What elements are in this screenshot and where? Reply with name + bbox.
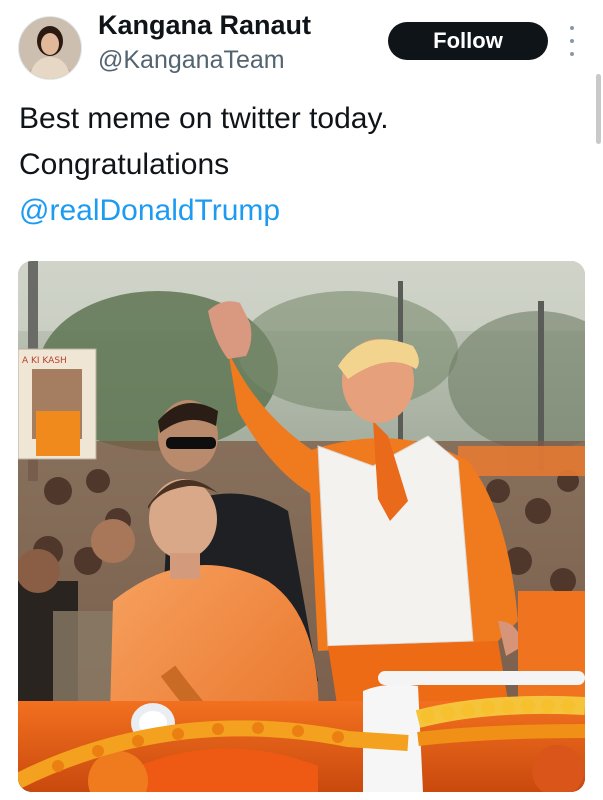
crowd-banner: A KI KASH	[18, 348, 97, 460]
more-options-icon[interactable]	[566, 26, 578, 56]
mention-link[interactable]: @realDonaldTrump	[19, 188, 389, 234]
dot-icon	[570, 39, 574, 43]
banner-text: A KI KASH	[22, 356, 67, 366]
profile-avatar[interactable]	[18, 16, 82, 80]
photo-illustration: A KI KASH	[18, 261, 585, 792]
scrollbar[interactable]	[596, 74, 601, 144]
tweet-card: Kangana Ranaut @KanganaTeam Follow Best …	[0, 0, 603, 800]
tweet-text: Best meme on twitter today. Congratulati…	[19, 96, 389, 234]
avatar-image	[19, 17, 81, 79]
author-display-name[interactable]: Kangana Ranaut	[98, 10, 311, 41]
dot-icon	[570, 52, 574, 56]
dot-icon	[570, 26, 574, 30]
tweet-text-line: Best meme on twitter today.	[19, 102, 389, 135]
author-handle[interactable]: @KanganaTeam	[98, 46, 285, 75]
tweet-text-line: Congratulations	[19, 148, 230, 181]
follow-button[interactable]: Follow	[388, 22, 548, 60]
tweet-media-photo[interactable]: A KI KASH	[18, 261, 585, 792]
